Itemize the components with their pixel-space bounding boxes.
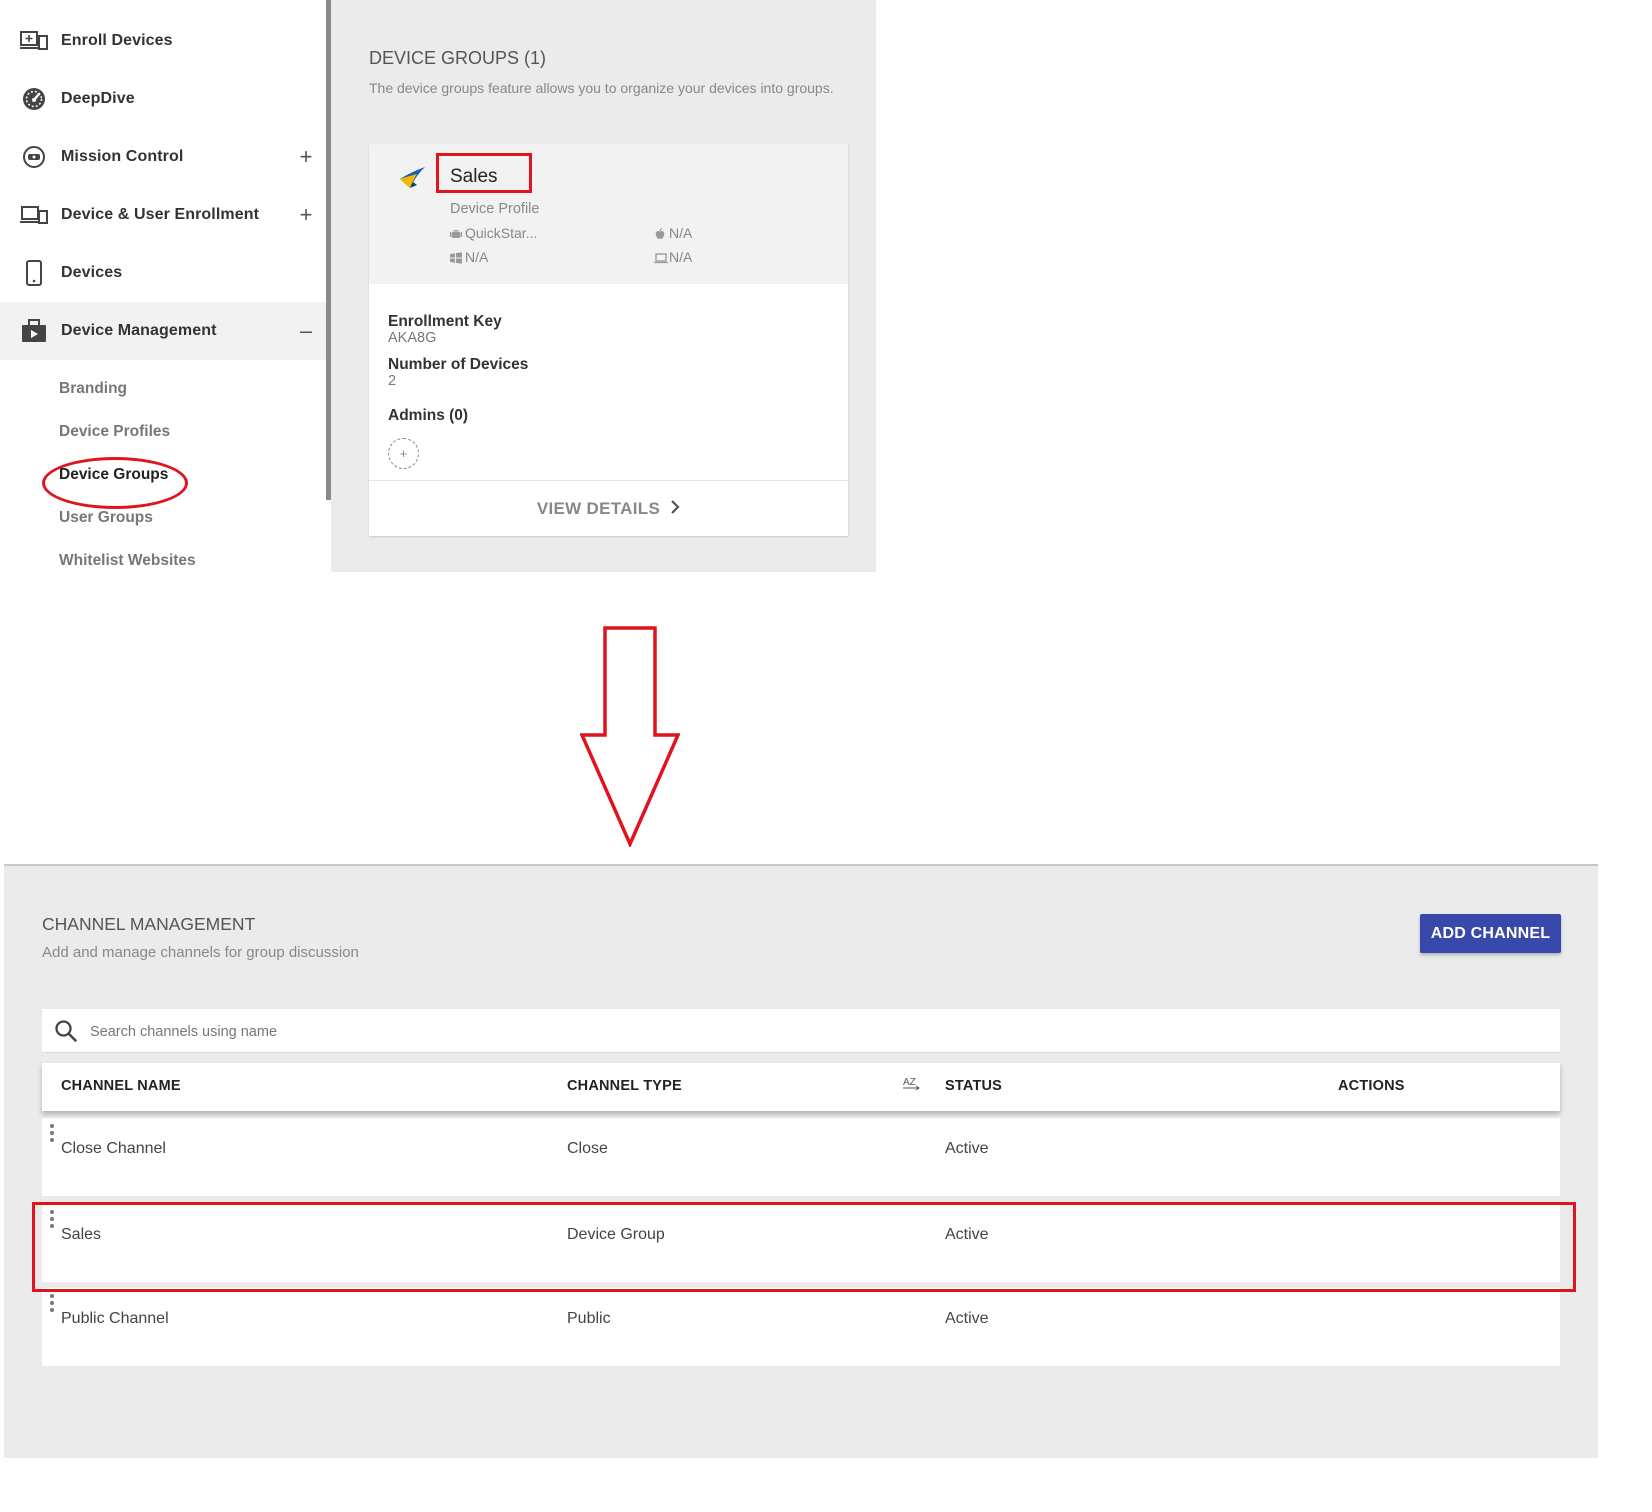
- nav-label: Device & User Enrollment: [61, 206, 260, 223]
- view-details-button[interactable]: VIEW DETAILS: [369, 494, 848, 524]
- sub-item-whitelist-websites[interactable]: Whitelist Websites: [59, 552, 196, 570]
- devices-enrollment-icon: [20, 201, 48, 229]
- nav-item-devices[interactable]: Devices: [0, 244, 326, 302]
- channel-page-title: CHANNEL MANAGEMENT: [42, 914, 256, 934]
- status-cell: Active: [945, 1140, 989, 1157]
- table-row[interactable]: Public Channel Public Active: [42, 1288, 1560, 1366]
- group-logo-icon: [397, 164, 427, 194]
- column-header-channel-name[interactable]: CHANNEL NAME: [61, 1078, 181, 1094]
- add-channel-button[interactable]: ADD CHANNEL: [1420, 914, 1561, 953]
- more-vert-icon[interactable]: [42, 1118, 62, 1148]
- device-group-card: Sales Device Profile QuickStar... N/A N/…: [369, 144, 848, 536]
- search-icon: [54, 1019, 78, 1043]
- laptop-icon: [654, 251, 668, 264]
- table-header: CHANNEL NAME CHANNEL TYPE AZ STATUS ACTI…: [42, 1063, 1560, 1111]
- nav-label: Enroll Devices: [61, 32, 173, 49]
- nav-label: DeepDive: [61, 90, 135, 107]
- nav-item-mission-control[interactable]: Mission Control +: [0, 128, 326, 186]
- nav-label: Devices: [61, 264, 123, 281]
- nav-item-deepdive[interactable]: DeepDive: [0, 70, 326, 128]
- windows-icon: [450, 251, 462, 264]
- sub-item-branding[interactable]: Branding: [59, 380, 127, 398]
- sub-item-device-profiles[interactable]: Device Profiles: [59, 423, 170, 441]
- expand-icon[interactable]: +: [296, 144, 316, 170]
- enrollment-key-label: Enrollment Key: [388, 313, 502, 330]
- number-of-devices-label: Number of Devices: [388, 356, 529, 373]
- nav-label: Mission Control: [61, 148, 184, 165]
- nav-item-device-user-enrollment[interactable]: Device & User Enrollment +: [0, 186, 326, 244]
- page-subtitle: The device groups feature allows you to …: [369, 80, 834, 96]
- svg-text:AZ: AZ: [903, 1077, 916, 1088]
- sub-item-user-groups[interactable]: User Groups: [59, 509, 153, 527]
- down-arrow-icon: [579, 625, 681, 849]
- device-profile-label: Device Profile: [450, 201, 540, 217]
- laptop-profile-value: N/A: [669, 249, 693, 265]
- status-cell: Active: [945, 1310, 989, 1327]
- view-details-label: VIEW DETAILS: [536, 499, 661, 518]
- apple-profile: N/A: [654, 225, 692, 241]
- number-of-devices-value: 2: [388, 373, 397, 389]
- more-vert-icon[interactable]: [42, 1288, 62, 1318]
- highlight-oval-device-groups: [42, 457, 188, 509]
- apple-profile-value: N/A: [669, 225, 693, 241]
- chevron-right-icon: [670, 499, 680, 519]
- admins-label: Admins (0): [388, 407, 469, 424]
- card-divider: [369, 480, 848, 481]
- column-header-channel-type[interactable]: CHANNEL TYPE: [567, 1078, 682, 1094]
- laptop-profile: N/A: [654, 249, 692, 265]
- nav-item-enroll-devices[interactable]: Enroll Devices: [0, 12, 326, 70]
- phone-icon: [20, 259, 48, 287]
- nav-label: Device Management: [61, 322, 217, 339]
- search-input[interactable]: [88, 1015, 1542, 1048]
- mission-control-icon: [20, 143, 48, 171]
- sort-az-icon[interactable]: AZ: [901, 1074, 923, 1096]
- channel-page-subtitle: Add and manage channels for group discus…: [42, 944, 359, 961]
- briefcase-icon: [20, 317, 48, 345]
- channel-type-cell: Public: [567, 1310, 611, 1327]
- android-profile: QuickStar...: [450, 225, 537, 241]
- speedometer-icon: [20, 85, 48, 113]
- android-profile-value: QuickStar...: [465, 225, 538, 241]
- column-header-actions: ACTIONS: [1338, 1078, 1405, 1094]
- apple-icon: [654, 227, 666, 239]
- highlight-box-sales-name: [436, 153, 532, 193]
- enrollment-key-value: AKA8G: [388, 330, 437, 346]
- add-admin-button[interactable]: +: [388, 438, 419, 469]
- page-title: DEVICE GROUPS (1): [369, 48, 547, 68]
- android-icon: [450, 227, 462, 239]
- highlight-box-sales-row: [32, 1202, 1576, 1292]
- collapse-icon[interactable]: –: [296, 318, 316, 344]
- channel-name-cell: Public Channel: [61, 1310, 169, 1327]
- expand-icon[interactable]: +: [296, 202, 316, 228]
- windows-profile: N/A: [450, 249, 488, 265]
- nav-item-device-management[interactable]: Device Management –: [0, 302, 326, 360]
- table-row[interactable]: Close Channel Close Active: [42, 1118, 1560, 1196]
- column-header-status[interactable]: STATUS: [945, 1078, 1002, 1094]
- enroll-devices-icon: [20, 27, 48, 55]
- windows-profile-value: N/A: [465, 249, 489, 265]
- channel-name-cell: Close Channel: [61, 1140, 166, 1157]
- search-bar: [42, 1009, 1560, 1052]
- channel-type-cell: Close: [567, 1140, 608, 1157]
